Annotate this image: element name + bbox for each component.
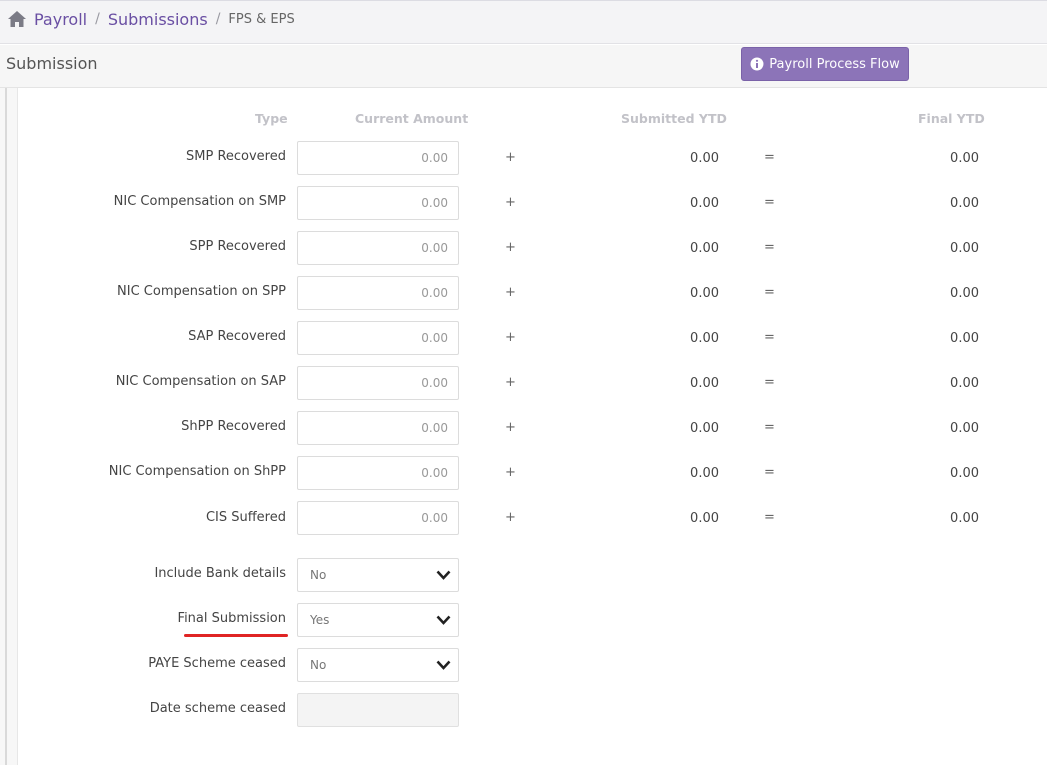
final-ytd-value: 0.00	[950, 511, 979, 526]
current-amount-input[interactable]: 0.00	[297, 186, 459, 220]
plus-sign: +	[505, 330, 516, 345]
top-bar: Payroll / Submissions / FPS & EPS	[0, 0, 1047, 44]
submitted-ytd-value: 0.00	[690, 511, 719, 526]
equals-sign: =	[764, 240, 775, 255]
plus-sign: +	[505, 240, 516, 255]
column-header-final-ytd: Final YTD	[918, 111, 985, 126]
equals-sign: =	[764, 375, 775, 390]
page-header: Submission Payroll Process Flow	[0, 45, 1047, 88]
current-amount-input[interactable]: 0.00	[297, 366, 459, 400]
row-label: SPP Recovered	[189, 239, 286, 254]
breadcrumb: Payroll / Submissions / FPS & EPS	[7, 9, 295, 29]
current-amount-input[interactable]: 0.00	[297, 456, 459, 490]
equals-sign: =	[764, 195, 775, 210]
row-label: NIC Compensation on ShPP	[108, 464, 286, 479]
row-label: SMP Recovered	[186, 149, 286, 164]
final-ytd-value: 0.00	[950, 331, 979, 346]
final-ytd-value: 0.00	[950, 151, 979, 166]
plus-sign: +	[505, 420, 516, 435]
row-label: NIC Compensation on SMP	[113, 194, 286, 209]
equals-sign: =	[764, 330, 775, 345]
payroll-process-flow-label: Payroll Process Flow	[769, 56, 900, 72]
highlight-underline	[184, 634, 288, 637]
submitted-ytd-value: 0.00	[690, 421, 719, 436]
row-label: SAP Recovered	[188, 329, 286, 344]
paye-scheme-ceased-value: No	[310, 658, 327, 672]
row-label: CIS Suffered	[205, 510, 286, 525]
current-amount-input[interactable]: 0.00	[297, 321, 459, 355]
info-icon	[750, 57, 764, 71]
final-submission-value: Yes	[310, 613, 330, 627]
payroll-process-flow-button[interactable]: Payroll Process Flow	[741, 47, 909, 81]
submitted-ytd-value: 0.00	[690, 466, 719, 481]
breadcrumb-separator: /	[215, 11, 221, 27]
include-bank-details-select[interactable]: No	[297, 558, 459, 592]
submitted-ytd-value: 0.00	[690, 151, 719, 166]
submitted-ytd-value: 0.00	[690, 196, 719, 211]
final-ytd-value: 0.00	[950, 421, 979, 436]
breadcrumb-current: FPS & EPS	[228, 11, 295, 27]
plus-sign: +	[505, 465, 516, 480]
row-label: NIC Compensation on SPP	[117, 284, 286, 299]
column-header-current-amount: Current Amount	[355, 111, 469, 126]
final-ytd-value: 0.00	[950, 286, 979, 301]
final-submission-select[interactable]: Yes	[297, 603, 459, 637]
column-header-submitted-ytd: Submitted YTD	[621, 111, 727, 126]
current-amount-input[interactable]: 0.00	[297, 501, 459, 535]
submitted-ytd-value: 0.00	[690, 331, 719, 346]
submitted-ytd-value: 0.00	[690, 376, 719, 391]
plus-sign: +	[505, 285, 516, 300]
submitted-ytd-value: 0.00	[690, 241, 719, 256]
final-ytd-value: 0.00	[950, 196, 979, 211]
paye-scheme-ceased-label: PAYE Scheme ceased	[148, 656, 286, 671]
chevron-down-icon	[436, 615, 451, 625]
breadcrumb-separator: /	[95, 11, 100, 27]
chevron-down-icon	[436, 660, 451, 670]
current-amount-input[interactable]: 0.00	[297, 231, 459, 265]
current-amount-input[interactable]: 0.00	[297, 276, 459, 310]
equals-sign: =	[764, 510, 775, 525]
include-bank-details-label: Include Bank details	[154, 566, 286, 581]
plus-sign: +	[505, 375, 516, 390]
final-ytd-value: 0.00	[950, 376, 979, 391]
current-amount-input[interactable]: 0.00	[297, 411, 459, 445]
include-bank-details-value: No	[310, 568, 327, 582]
column-header-type: Type	[255, 111, 288, 126]
paye-scheme-ceased-select[interactable]: No	[297, 648, 459, 682]
equals-sign: =	[764, 150, 775, 165]
submitted-ytd-value: 0.00	[690, 286, 719, 301]
chevron-down-icon	[436, 570, 451, 580]
home-icon[interactable]	[7, 10, 27, 28]
plus-sign: +	[505, 510, 516, 525]
equals-sign: =	[764, 420, 775, 435]
breadcrumb-submissions[interactable]: Submissions	[108, 10, 208, 29]
page-title: Submission	[6, 54, 98, 73]
plus-sign: +	[505, 195, 516, 210]
date-scheme-ceased-input[interactable]	[297, 693, 459, 727]
plus-sign: +	[505, 150, 516, 165]
equals-sign: =	[764, 465, 775, 480]
final-ytd-value: 0.00	[950, 241, 979, 256]
date-scheme-ceased-label: Date scheme ceased	[149, 701, 286, 716]
row-label: ShPP Recovered	[181, 419, 286, 434]
final-ytd-value: 0.00	[950, 466, 979, 481]
breadcrumb-payroll[interactable]: Payroll	[34, 10, 87, 29]
equals-sign: =	[764, 285, 775, 300]
final-submission-label: Final Submission	[177, 611, 286, 626]
current-amount-input[interactable]: 0.00	[297, 141, 459, 175]
row-label: NIC Compensation on SAP	[115, 374, 286, 389]
